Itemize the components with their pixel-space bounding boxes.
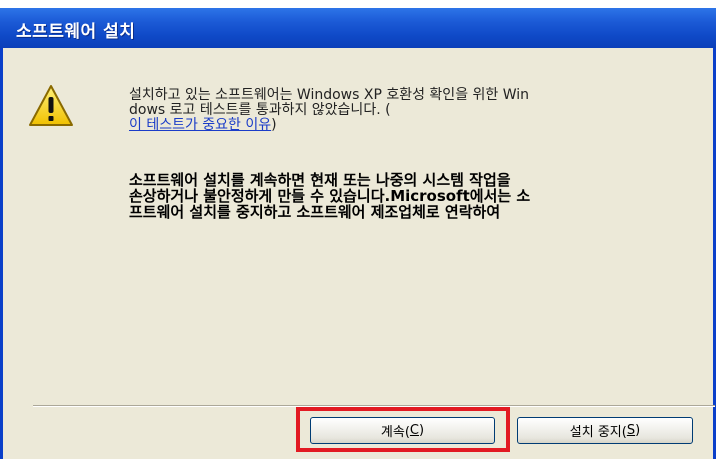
- warning-icon: [29, 85, 73, 126]
- warning-message: 소프트웨어 설치를 계속하면 현재 또는 나중의 시스템 작업을 손상하거나 불…: [129, 172, 709, 220]
- info-line-3: 이 테스트가 중요한 이유): [129, 118, 704, 133]
- highlight-box: [296, 407, 510, 452]
- warning-line-3: 프트웨어 설치를 중지하고 소프트웨어 제조업체로 연락하여: [129, 203, 501, 221]
- why-important-link[interactable]: 이 테스트가 중요한 이유: [129, 117, 271, 133]
- info-line-1: 설치하고 있는 소프트웨어는 Windows XP 호환성 확인을 위한 Win: [129, 87, 530, 103]
- title-bar[interactable]: 소프트웨어 설치: [0, 8, 716, 48]
- stop-hotkey: S: [626, 423, 636, 438]
- link-suffix: ): [271, 117, 277, 133]
- stop-suffix: ): [635, 423, 641, 438]
- stop-install-button[interactable]: 설치 중지(S): [517, 417, 693, 444]
- info-line-2: dows 로고 테스트를 통과하지 않았습니다. (: [129, 102, 391, 118]
- stop-label: 설치 중지(: [569, 425, 627, 440]
- warning-line-1: 소프트웨어 설치를 계속하면 현재 또는 나중의 시스템 작업을: [129, 171, 511, 189]
- software-install-dialog: 소프트웨어 설치 설치하고 있는 소프트웨어는 Windows XP 호환성 확…: [0, 8, 716, 459]
- info-message: 설치하고 있는 소프트웨어는 Windows XP 호환성 확인을 위한 Win…: [129, 88, 704, 133]
- dialog-title: 소프트웨어 설치: [16, 22, 136, 42]
- warning-line-2: 손상하거나 불안정하게 만들 수 있습니다.Microsoft에서는 소: [129, 187, 531, 205]
